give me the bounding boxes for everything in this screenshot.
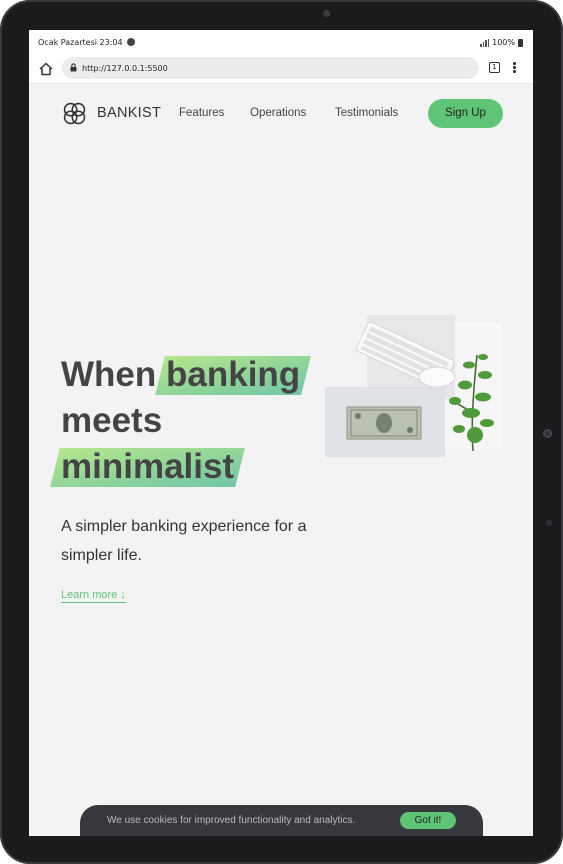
- bankist-logo-icon: [63, 102, 86, 125]
- nav-link-features[interactable]: Features: [179, 107, 224, 119]
- nav-link-testimonials[interactable]: Testimonials: [335, 107, 398, 119]
- cookie-message: We use cookies for improved functionalit…: [107, 815, 356, 826]
- home-icon[interactable]: [38, 61, 54, 77]
- side-sensor: [543, 429, 552, 438]
- browser-toolbar: http://127.0.0.1:5500 1: [29, 54, 533, 84]
- site-nav: BANKIST Features Operations Testimonials…: [29, 84, 533, 144]
- learn-more-link[interactable]: Learn more ↓: [61, 589, 126, 603]
- tab-switcher-icon[interactable]: 1: [489, 62, 500, 73]
- status-time: Ocak Pazartesi 23:04: [38, 38, 123, 47]
- cookie-accept-button[interactable]: Got it!: [400, 812, 456, 829]
- battery-percent: 100%: [492, 38, 515, 47]
- more-menu-icon[interactable]: [513, 62, 516, 74]
- hero-illustration: [325, 315, 501, 457]
- side-sensor-small: [546, 520, 552, 526]
- tablet-frame: Ocak Pazartesi 23:04 100% http://127.0.0…: [0, 0, 563, 864]
- hero-title-line-3: minimalist: [61, 444, 300, 490]
- screen: Ocak Pazartesi 23:04 100% http://127.0.0…: [29, 30, 533, 836]
- cookie-banner: We use cookies for improved functionalit…: [80, 805, 483, 836]
- hero-title-highlight-minimalist: minimalist: [61, 444, 234, 490]
- front-camera: [323, 10, 330, 17]
- brand-name[interactable]: BANKIST: [97, 105, 161, 121]
- url-text: http://127.0.0.1:5500: [82, 64, 168, 73]
- lock-icon: [70, 63, 77, 72]
- sign-up-button[interactable]: Sign Up: [428, 99, 503, 128]
- hero-title-word-when: When: [61, 355, 157, 394]
- hero-title-highlight-banking: banking: [166, 352, 300, 398]
- hero-title-line-2: meets: [61, 401, 163, 440]
- status-right: 100%: [480, 38, 523, 47]
- hero-title-line-1: When banking: [61, 352, 300, 398]
- hero-title: When banking meets minimalist: [61, 352, 300, 490]
- status-bar: Ocak Pazartesi 23:04 100%: [29, 30, 533, 54]
- hero-subtitle: A simpler banking experience for a simpl…: [61, 518, 307, 564]
- notification-icon: [127, 38, 135, 46]
- battery-icon: [518, 38, 523, 47]
- address-bar[interactable]: http://127.0.0.1:5500: [62, 57, 479, 79]
- signal-icon: [480, 38, 490, 47]
- nav-link-operations[interactable]: Operations: [250, 107, 306, 119]
